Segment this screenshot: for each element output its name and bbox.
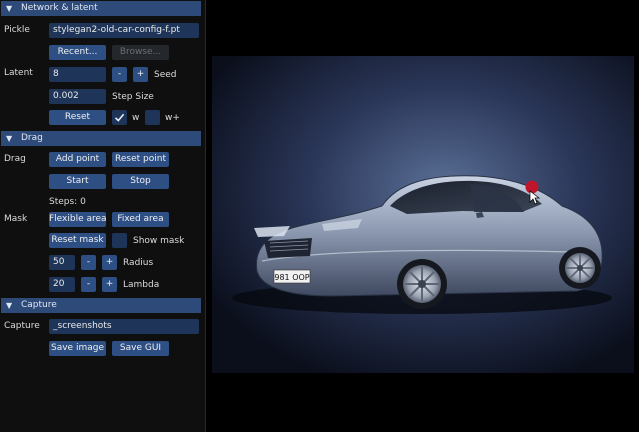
seed-decrement-button[interactable]: - [112, 67, 127, 82]
w-checkbox[interactable] [112, 110, 127, 125]
lambda-decrement-button[interactable]: - [81, 277, 96, 292]
capture-path-field[interactable]: _screenshots [49, 319, 199, 334]
radius-decrement-button[interactable]: - [81, 255, 96, 270]
stop-button[interactable]: Stop [112, 174, 169, 189]
latent-label: Latent [4, 68, 33, 78]
drag-handle-point[interactable] [525, 180, 539, 194]
reset-latent-button[interactable]: Reset [49, 110, 106, 125]
save-image-button[interactable]: Save image [49, 341, 106, 356]
fixed-area-button[interactable]: Fixed area [112, 212, 169, 227]
section-header-capture[interactable]: ▼ Capture [1, 298, 201, 313]
step-size-label: Step Size [112, 92, 154, 102]
checkmark-icon [114, 113, 125, 122]
collapse-triangle-icon: ▼ [6, 301, 13, 310]
mask-label: Mask [4, 214, 28, 224]
radius-input[interactable]: 50 [49, 255, 75, 270]
w-plus-label: w+ [165, 113, 180, 123]
collapse-triangle-icon: ▼ [6, 4, 13, 13]
license-plate-text: 981 OOP [274, 273, 309, 282]
control-panel: ▼ Network & latent Pickle stylegan2-old-… [0, 0, 206, 432]
image-viewer[interactable]: 981 OOP [212, 56, 634, 373]
radius-label: Radius [123, 258, 154, 268]
save-gui-button[interactable]: Save GUI [112, 341, 169, 356]
section-header-network[interactable]: ▼ Network & latent [1, 1, 201, 16]
start-button[interactable]: Start [49, 174, 106, 189]
seed-input[interactable]: 8 [49, 67, 106, 82]
show-mask-checkbox[interactable] [112, 233, 127, 248]
capture-label: Capture [4, 321, 40, 331]
recent-button[interactable]: Recent... [49, 45, 106, 60]
seed-increment-button[interactable]: + [133, 67, 148, 82]
seed-label: Seed [154, 70, 177, 80]
reset-point-button[interactable]: Reset point [112, 152, 169, 167]
w-plus-checkbox[interactable] [145, 110, 160, 125]
add-point-button[interactable]: Add point [49, 152, 106, 167]
radius-increment-button[interactable]: + [102, 255, 117, 270]
w-label: w [132, 113, 140, 123]
reset-mask-button[interactable]: Reset mask [49, 233, 106, 248]
section-header-drag[interactable]: ▼ Drag [1, 131, 201, 146]
pickle-path-field[interactable]: stylegan2-old-car-config-f.pt [49, 23, 199, 38]
lambda-increment-button[interactable]: + [102, 277, 117, 292]
step-size-input[interactable]: 0.002 [49, 89, 106, 104]
collapse-triangle-icon: ▼ [6, 134, 13, 143]
lambda-input[interactable]: 20 [49, 277, 75, 292]
flexible-area-button[interactable]: Flexible area [49, 212, 106, 227]
browse-button[interactable]: Browse... [112, 45, 169, 60]
drag-label: Drag [4, 154, 26, 164]
steps-counter: Steps: 0 [49, 197, 86, 207]
show-mask-label: Show mask [133, 236, 185, 246]
generated-car-image[interactable]: 981 OOP [212, 56, 634, 373]
lambda-label: Lambda [123, 280, 160, 290]
pickle-label: Pickle [4, 25, 30, 35]
